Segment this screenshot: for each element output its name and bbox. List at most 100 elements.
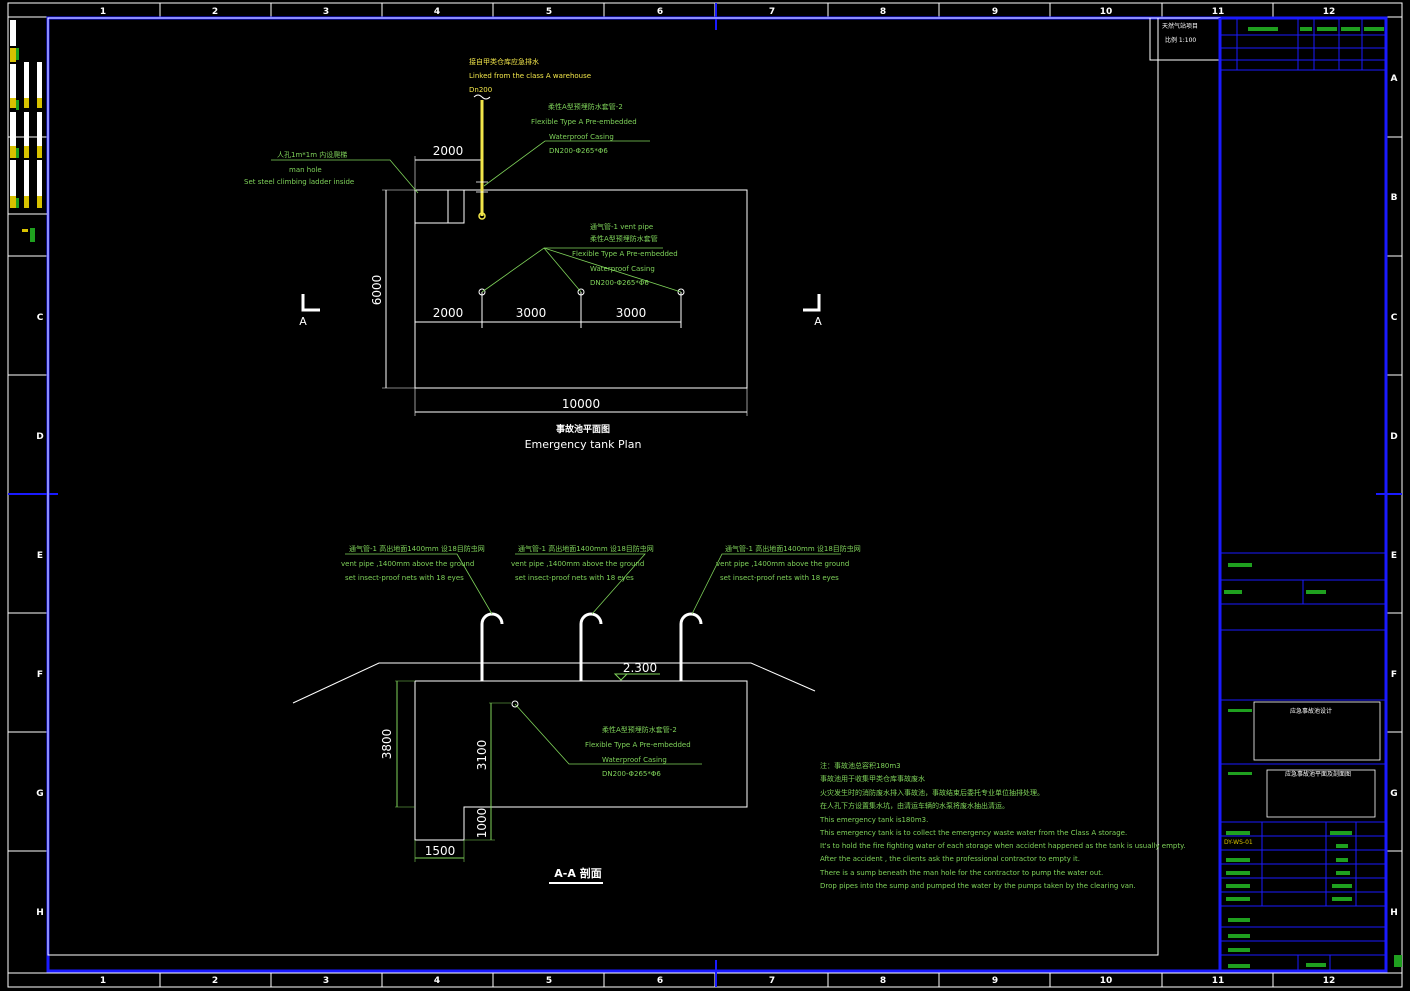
- row-label: H: [36, 908, 44, 918]
- row-label: C: [37, 313, 44, 323]
- section-title: A-A 剖面: [554, 866, 601, 880]
- col-label: 10: [1100, 976, 1113, 986]
- col-label: 11: [1212, 976, 1225, 986]
- casing-label-en1: Flexible Type A Pre-embedded: [531, 118, 637, 126]
- vent1-en2: set insect-proof nets with 18 eyes: [345, 574, 464, 582]
- dim-sump-depth: 1000: [475, 808, 489, 839]
- section-casing-dn: DN200-Φ265*Φ6: [602, 770, 661, 778]
- vent-pipe: [480, 612, 504, 681]
- col-label: 4: [434, 7, 440, 17]
- center-marks: [8, 3, 1402, 987]
- col-label: 7: [769, 7, 775, 17]
- vent-label-cn: 通气管-1 vent pipe: [590, 222, 653, 231]
- pipe-break-symbol: [473, 94, 491, 100]
- col-label: 8: [880, 976, 886, 986]
- col-label: 9: [992, 7, 998, 17]
- vent1-cn: 通气管-1 高出地面1400mm 设18目防虫网: [349, 544, 485, 553]
- drawing-no: DY-WS-01: [1224, 839, 1253, 846]
- project-name: 应急事故池设计: [1290, 707, 1332, 715]
- col-label: 12: [1323, 7, 1336, 17]
- level-value: 2.300: [623, 661, 657, 675]
- note-line: Drop pipes into the sump and pumped the …: [820, 882, 1136, 890]
- col-label: 6: [657, 976, 663, 986]
- note-line: 在人孔下方设置集水坑，由清运车辆的水泵将废水抽出清运。: [820, 801, 1009, 810]
- dim-seg3: 3000: [616, 306, 647, 320]
- row-ticks: [8, 136, 1402, 852]
- dim-inner: 3100: [475, 740, 489, 771]
- outer-border: [7, 2, 1403, 988]
- vent3-en1: vent pipe ,1400mm above the ground: [716, 560, 849, 568]
- row-label: E: [37, 551, 43, 561]
- dim-height: 3800: [380, 729, 394, 760]
- titleblock-scale: 比例 1:100: [1165, 36, 1196, 44]
- col-label: 2: [212, 976, 218, 986]
- plan-view[interactable]: 2000 6000 10000 2000 3000 3000 接自甲类仓库应急排…: [244, 57, 822, 451]
- section-casing-en1: Flexible Type A Pre-embedded: [585, 741, 691, 749]
- manhole-label-cn: 人孔1m*1m 内设爬梯: [277, 150, 347, 159]
- title-block[interactable]: 天然气站项目 比例 1:100 应急事故池设计 应急事故池平面及剖面图 DY-W…: [1149, 17, 1402, 971]
- casing-label-dn: DN200-Φ265*Φ6: [549, 147, 608, 155]
- vent-casing-label-en2: Waterproof Casing: [590, 265, 655, 273]
- dim-manhole: 2000: [433, 144, 464, 158]
- vent-casing-label-dn: DN200-Φ265*Φ6: [590, 279, 649, 287]
- col-label: 5: [546, 7, 552, 17]
- col-label: 4: [434, 976, 440, 986]
- vent-casing-label-cn: 柔性A型预埋防水套管: [590, 234, 658, 243]
- col-label: 3: [323, 7, 329, 17]
- row-label: F: [1391, 670, 1397, 680]
- col-label: 10: [1100, 7, 1113, 17]
- titleblock-lines: [1220, 18, 1386, 971]
- col-label: 9: [992, 976, 998, 986]
- col-label: 5: [546, 976, 552, 986]
- manhole-outline: [414, 189, 465, 224]
- vent2-cn: 通气管-1 高出地面1400mm 设18目防虫网: [518, 544, 654, 553]
- col-label: 2: [212, 7, 218, 17]
- note-line: This emergency tank is180m3.: [819, 816, 928, 824]
- manhole-label-en2: Set steel climbing ladder inside: [244, 178, 354, 186]
- note-line: 注：事故池总容积180m3: [820, 761, 901, 770]
- plan-title-en: Emergency tank Plan: [525, 438, 642, 451]
- column-labels-bottom: 1 2 3 4 5 6 7 8 9 10 11 12: [100, 976, 1335, 986]
- dim-total-height: 6000: [370, 275, 384, 306]
- row-label: A: [1391, 74, 1398, 84]
- cad-drawing-canvas[interactable]: 1 2 3 4 5 6 7 8 9 10 11 12 1 2 3 4 5 6 7…: [0, 0, 1410, 991]
- vent3-en2: set insect-proof nets with 18 eyes: [720, 574, 839, 582]
- dim-seg1: 2000: [433, 306, 464, 320]
- vent2-en2: set insect-proof nets with 18 eyes: [515, 574, 634, 582]
- row-label: D: [1390, 432, 1397, 442]
- section-mark-left-symbol: [301, 294, 320, 312]
- dim-seg2: 3000: [516, 306, 547, 320]
- col-label: 11: [1212, 7, 1225, 17]
- inlet-label-cn: 接自甲类仓库应急排水: [469, 57, 539, 66]
- section-tank-outline: [414, 680, 748, 841]
- col-label: 3: [323, 976, 329, 986]
- note-line: 事故池用于收集甲类仓库事故废水: [820, 774, 925, 783]
- casing-leader: [514, 703, 702, 765]
- casing-label-cn: 柔性A型预埋防水套管-2: [548, 102, 623, 111]
- section-mark-left: A: [299, 315, 307, 328]
- vent3-cn: 通气管-1 高出地面1400mm 设18目防虫网: [725, 544, 861, 553]
- col-label: 7: [769, 976, 775, 986]
- col-label: 6: [657, 7, 663, 17]
- row-label: E: [1391, 551, 1397, 561]
- section-mark-right: A: [814, 315, 822, 328]
- note-line: 火灾发生时的消防废水排入事故池，事故结束后委托专业单位抽排处理。: [820, 788, 1044, 797]
- section-casing-en2: Waterproof Casing: [602, 756, 667, 764]
- drawing-frame: [46, 16, 1388, 973]
- section-mark-right-symbol: [803, 294, 821, 312]
- col-label: 1: [100, 976, 106, 986]
- note-line: This emergency tank is to collect the em…: [819, 829, 1127, 837]
- vent2-en1: vent pipe ,1400mm above the ground: [511, 560, 644, 568]
- inner-frame: [47, 17, 1159, 956]
- row-label: H: [1390, 908, 1398, 918]
- dim-total-width: 10000: [562, 397, 600, 411]
- row-label: F: [37, 670, 43, 680]
- casing-label-en2: Waterproof Casing: [549, 133, 614, 141]
- vent-pipe: [579, 612, 603, 681]
- note-line: It's to hold the fire fighting water of …: [820, 842, 1185, 850]
- note-line: After the accident , the clients ask the…: [820, 855, 1080, 863]
- titleblock-top-label: 天然气站项目: [1162, 22, 1198, 30]
- section-view[interactable]: 2.300 3800 3100 1000 1500 柔性A型预埋防水套管-2 F…: [292, 544, 861, 884]
- col-label: 8: [880, 7, 886, 17]
- inlet-label-en: Linked from the class A warehouse: [469, 72, 591, 80]
